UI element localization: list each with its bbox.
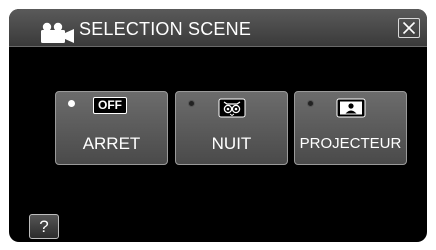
movie-camera-icon [37,22,75,44]
spotlight-icon [336,98,366,123]
close-button[interactable] [398,18,420,38]
option-arret-button[interactable]: OFF ARRET [55,91,168,165]
option-nuit-button[interactable]: NUIT [175,91,288,165]
close-icon [402,21,416,35]
owl-night-icon [218,98,246,123]
option-label: ARRET [82,134,141,153]
option-projecteur-button[interactable]: PROJECTEUR [294,91,407,165]
off-icon: OFF [93,97,127,114]
header-bar: SELECTION SCENE [9,9,427,47]
unselected-indicator [188,100,195,107]
help-button[interactable]: ? [29,214,59,239]
selected-indicator [68,100,75,107]
option-label: NUIT [211,134,252,153]
scene-selection-panel: SELECTION SCENE OFF ARRET NUIT PROJECTEU… [9,9,427,242]
unselected-indicator [307,100,314,107]
option-label: PROJECTEUR [299,135,402,152]
screen: SELECTION SCENE OFF ARRET NUIT PROJECTEU… [0,0,436,250]
page-title: SELECTION SCENE [79,19,252,39]
